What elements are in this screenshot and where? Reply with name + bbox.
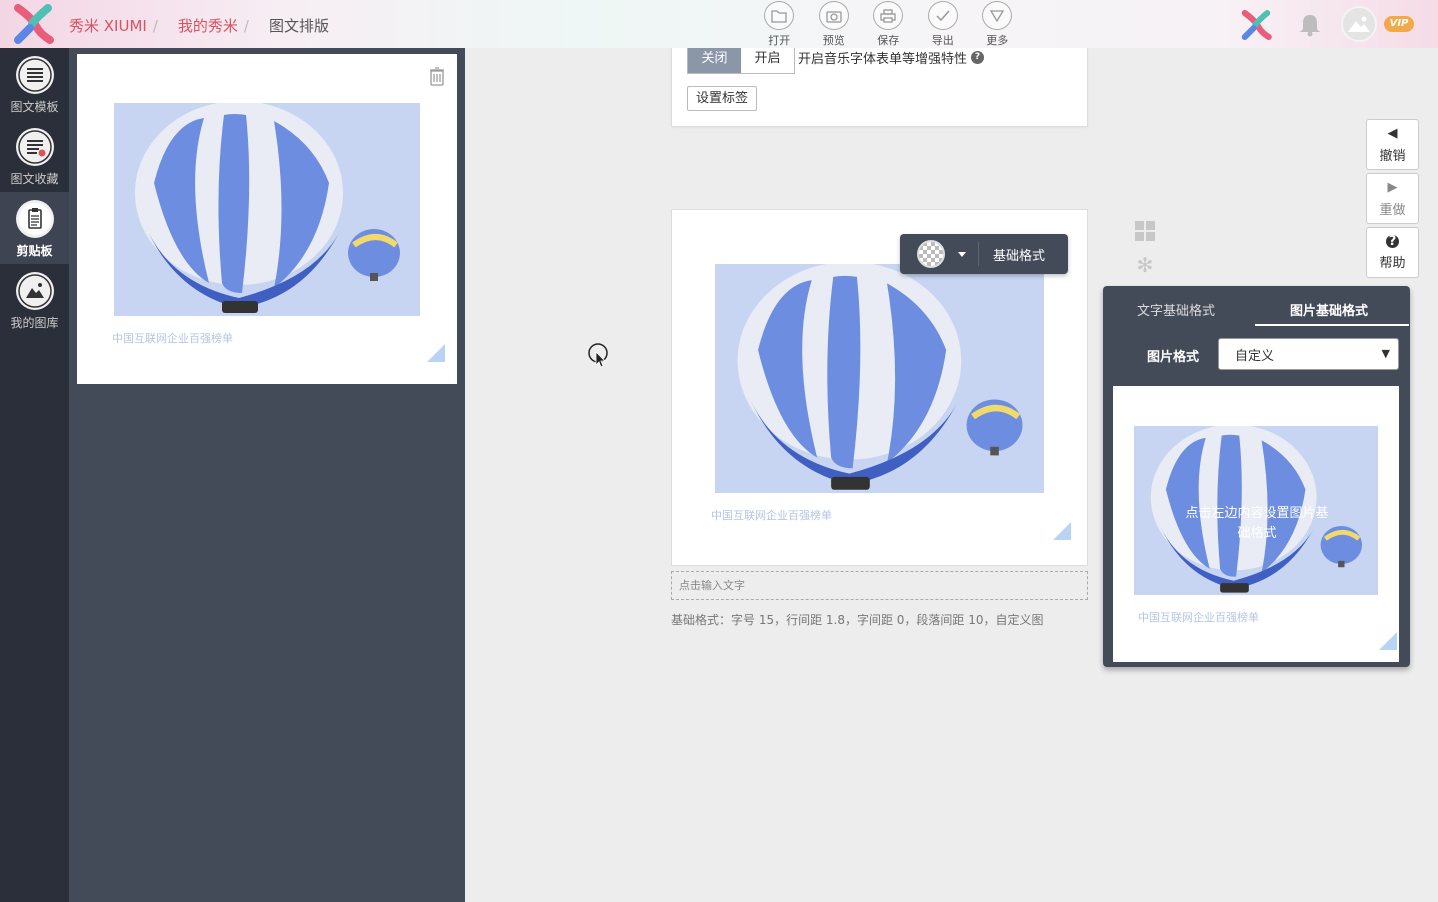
folder-icon xyxy=(764,1,795,30)
sidebar-item-label: 图文模板 xyxy=(10,100,59,114)
question-icon: ? xyxy=(1386,234,1399,248)
toolbar: 打开 预览 保存 导出 更多 xyxy=(752,0,1025,48)
avatar[interactable] xyxy=(1341,6,1377,42)
vip-badge: VIP xyxy=(1384,16,1414,32)
xiumi-small-logo-icon[interactable] xyxy=(1240,10,1272,40)
undo-button[interactable]: ◀ 撤销 xyxy=(1366,119,1419,170)
corner-marker xyxy=(1379,632,1397,650)
background-color-picker[interactable] xyxy=(917,240,945,268)
breadcrumb-home[interactable]: 秀米 XIUMI xyxy=(69,15,147,36)
preview-button[interactable]: 预览 xyxy=(807,0,862,48)
redo-button[interactable]: ▶ 重做 xyxy=(1366,173,1419,224)
mountain-image-icon xyxy=(15,272,54,310)
corner-marker xyxy=(427,344,445,362)
format-panel: 文字基础格式 图片基础格式 图片格式 自定义 ▼ 点击左边内容设置图片基础格式 … xyxy=(1103,286,1410,667)
redo-label: 重做 xyxy=(1379,202,1406,218)
camera-icon xyxy=(818,1,849,30)
bell-icon[interactable] xyxy=(1297,12,1323,38)
sidebar-item-gallery[interactable]: 我的图库 xyxy=(0,264,69,336)
export-button[interactable]: 导出 xyxy=(916,0,971,48)
breadcrumb: 秀米 XIUMI / 我的秀米 / 图文排版 xyxy=(69,15,329,36)
help-label: 帮助 xyxy=(1379,255,1406,271)
sidebar-item-label: 图文收藏 xyxy=(10,172,59,186)
preview-label: 预览 xyxy=(822,34,845,47)
printer-icon xyxy=(873,1,904,30)
open-button[interactable]: 打开 xyxy=(752,0,807,48)
image-format-select[interactable]: 自定义 ▼ xyxy=(1218,338,1399,370)
check-icon xyxy=(927,1,958,30)
list-star-icon xyxy=(15,128,54,166)
settings-card: 关闭 开启 开启音乐字体表单等增强特性 ? 设置标签 xyxy=(671,48,1088,127)
toggle-off-button[interactable]: 关闭 xyxy=(688,48,741,73)
clipboard-card[interactable]: 中国互联网企业百强榜单 xyxy=(77,54,457,384)
sidebar-item-clipboard[interactable]: 剪贴板 xyxy=(0,192,69,264)
tab-text-format[interactable]: 文字基础格式 xyxy=(1137,300,1215,319)
redo-icon: ▶ xyxy=(1387,179,1398,195)
more-label: 更多 xyxy=(986,34,1009,47)
format-note: 基础格式：字号 15，行间距 1.8，字间距 0，段落间距 10，自定义图 xyxy=(671,613,1044,627)
clipboard-panel: 中国互联网企业百强榜单 xyxy=(69,48,465,902)
trash-icon[interactable] xyxy=(429,66,445,86)
question-icon[interactable]: ? xyxy=(971,51,985,64)
side-mini-icons: ✻ xyxy=(1135,221,1155,275)
balloon-image[interactable] xyxy=(114,103,420,316)
xiumi-logo-icon[interactable] xyxy=(12,4,54,44)
enhance-description-text: 开启音乐字体表单等增强特性 xyxy=(798,52,968,67)
breadcrumb-separator: / xyxy=(243,16,249,35)
balloon-image[interactable] xyxy=(715,264,1044,493)
preview-hint: 点击左边内容设置图片基础格式 xyxy=(1185,506,1329,541)
floating-format-toolbar: 基础格式 xyxy=(900,234,1068,274)
save-button[interactable]: 保存 xyxy=(861,0,916,48)
triangle-down-icon xyxy=(982,1,1013,30)
left-sidebar: 图文模板 图文收藏 剪贴板 我的图库 xyxy=(0,48,69,902)
active-tab-indicator xyxy=(1255,324,1409,326)
more-button[interactable]: 更多 xyxy=(970,0,1025,48)
format-preview: 点击左边内容设置图片基础格式 中国互联网企业百强榜单 xyxy=(1113,386,1399,662)
gear-icon[interactable]: ✻ xyxy=(1135,255,1155,275)
clipboard-icon xyxy=(15,200,54,238)
mouse-cursor-icon xyxy=(588,343,608,368)
enhance-toggle: 关闭 开启 xyxy=(687,48,795,74)
caret-down-icon[interactable] xyxy=(958,252,966,257)
breadcrumb-my-xiumi[interactable]: 我的秀米 xyxy=(178,15,238,36)
tab-image-format[interactable]: 图片基础格式 xyxy=(1290,300,1368,319)
undo-icon: ◀ xyxy=(1387,125,1398,141)
save-label: 保存 xyxy=(877,34,900,47)
export-label: 导出 xyxy=(931,34,954,47)
grid-icon[interactable] xyxy=(1135,221,1155,241)
breadcrumb-separator: / xyxy=(152,16,158,35)
image-format-value: 自定义 xyxy=(1235,349,1275,364)
toggle-on-button[interactable]: 开启 xyxy=(741,48,794,73)
basic-format-button[interactable]: 基础格式 xyxy=(993,245,1045,264)
sidebar-item-label: 剪贴板 xyxy=(16,244,53,258)
sidebar-item-templates[interactable]: 图文模板 xyxy=(0,48,69,120)
preview-caption: 中国互联网企业百强榜单 xyxy=(1138,611,1259,624)
top-bar: 秀米 XIUMI / 我的秀米 / 图文排版 打开 预览 保存 导出 更多 VI… xyxy=(0,0,1438,48)
breadcrumb-current: 图文排版 xyxy=(268,17,329,35)
image-caption: 中国互联网企业百强榜单 xyxy=(711,509,832,522)
enhance-description: 开启音乐字体表单等增强特性 ? xyxy=(798,48,985,67)
open-label: 打开 xyxy=(768,34,791,47)
divider xyxy=(978,242,979,266)
text-input-area[interactable]: 点击输入文字 xyxy=(671,571,1088,600)
image-format-label: 图片格式 xyxy=(1147,350,1200,365)
chevron-down-icon: ▼ xyxy=(1381,347,1390,360)
sidebar-item-favorites[interactable]: 图文收藏 xyxy=(0,120,69,192)
corner-marker xyxy=(1053,522,1071,540)
image-caption: 中国互联网企业百强榜单 xyxy=(112,332,233,345)
mountain-image-icon xyxy=(1348,16,1370,32)
undo-label: 撤销 xyxy=(1379,148,1406,164)
list-icon xyxy=(15,56,54,94)
set-tag-button[interactable]: 设置标签 xyxy=(687,86,757,111)
help-button[interactable]: ? 帮助 xyxy=(1366,227,1419,278)
sidebar-item-label: 我的图库 xyxy=(10,316,59,330)
